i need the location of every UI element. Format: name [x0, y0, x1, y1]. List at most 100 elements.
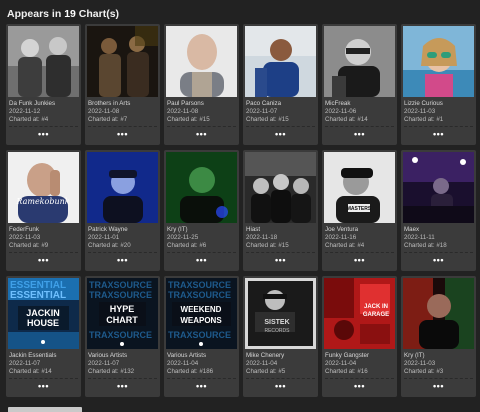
chart-date: 2022-11-07 — [246, 108, 278, 115]
more-options-icon[interactable]: ••• — [243, 129, 318, 141]
card-divider — [325, 378, 394, 379]
artist-name[interactable]: Kry (IT) — [404, 352, 474, 359]
page-title: Appears in 19 Chart(s) — [7, 8, 119, 20]
artist-name[interactable]: Brothers in Arts — [88, 100, 158, 107]
artist-name[interactable]: Lizzie Curious — [404, 100, 474, 107]
more-options-icon[interactable]: ••• — [243, 381, 318, 393]
artist-name[interactable]: FederFunk — [9, 226, 79, 233]
more-options-icon[interactable]: ••• — [322, 129, 397, 141]
chart-artwork-thumbnail[interactable] — [324, 26, 395, 97]
chart-card: TRAXSOURCE TRAXSOURCE HYPE CHART TRAXSOURCE V… — [85, 276, 160, 397]
title-prefix: Appears in — [7, 8, 62, 20]
artist-name[interactable]: Patrick Wayne — [88, 226, 158, 233]
chart-artwork-thumbnail[interactable]: SISTEK RECORDS — [245, 278, 316, 349]
charted-position: Charted at: #14 — [9, 368, 52, 375]
artist-name[interactable]: Paco Caniza — [246, 100, 316, 107]
chart-card: Paul Parsons 2022-11-08 Charted at: #15 ••• — [164, 24, 239, 145]
card-divider — [325, 252, 394, 253]
more-options-icon[interactable]: ••• — [401, 129, 476, 141]
chart-card: Ramekobunk FederFunk 2022-11-03 Charted at:… — [6, 150, 81, 271]
artist-name[interactable]: Various Artists — [88, 352, 158, 359]
artist-name[interactable]: Kry (IT) — [167, 226, 237, 233]
card-divider — [9, 378, 78, 379]
card-divider — [404, 378, 473, 379]
svg-text:HOUSE: HOUSE — [27, 318, 59, 328]
charted-position: Charted at: #1 — [404, 116, 444, 123]
chart-card: Maex 2022-11-11 Charted at: #18 ••• — [401, 150, 476, 271]
more-options-icon[interactable]: ••• — [401, 255, 476, 267]
artist-name[interactable]: Jackin Essentials — [9, 352, 79, 359]
chart-card: JACK IN GARAGE Funky Gangster 2022-11-04 Cha… — [322, 276, 397, 397]
more-options-icon[interactable]: ••• — [164, 255, 239, 267]
chart-card: Da Funk Junkies 2022-11-12 Charted at: #4 •… — [6, 24, 81, 145]
artist-name[interactable]: Mike Chenery — [246, 352, 316, 359]
card-divider — [246, 378, 315, 379]
more-options-icon[interactable]: ••• — [85, 129, 160, 141]
more-options-icon[interactable]: ••• — [6, 381, 81, 393]
chart-artwork-thumbnail[interactable] — [403, 278, 474, 349]
charted-position: Charted at: #15 — [167, 116, 210, 123]
artist-name[interactable]: Funky Gangster — [325, 352, 395, 359]
more-options-icon[interactable]: ••• — [164, 129, 239, 141]
svg-text:ESSENTIAL: ESSENTIAL — [10, 290, 66, 301]
artist-name[interactable]: Paul Parsons — [167, 100, 237, 107]
more-options-icon[interactable]: ••• — [85, 381, 160, 393]
chart-artwork-thumbnail[interactable] — [87, 26, 158, 97]
chart-artwork-thumbnail[interactable]: JACK IN GARAGE — [324, 278, 395, 349]
chart-artwork-thumbnail[interactable]: TRAXSOURCE TRAXSOURCE WEEKEND WEAPONS TRAXSO… — [166, 278, 237, 349]
chart-artwork-thumbnail[interactable] — [403, 152, 474, 223]
chart-artwork-thumbnail[interactable] — [166, 152, 237, 223]
chart-artwork-thumbnail[interactable]: MASTERS — [324, 152, 395, 223]
more-options-icon[interactable]: ••• — [322, 255, 397, 267]
charted-position: Charted at: #186 — [167, 368, 214, 375]
chart-card: Paco Caniza 2022-11-07 Charted at: #15 ••• — [243, 24, 318, 145]
artist-name[interactable]: Joe Ventura — [325, 226, 395, 233]
chart-date: 2022-11-06 — [325, 108, 357, 115]
svg-text:JACK IN: JACK IN — [364, 304, 388, 310]
more-options-icon[interactable]: ••• — [6, 129, 81, 141]
svg-text:TRAXSOURCE: TRAXSOURCE — [89, 280, 152, 290]
chart-artwork-thumbnail[interactable] — [87, 152, 158, 223]
card-divider — [246, 252, 315, 253]
title-suffix: Chart(s) — [78, 8, 120, 20]
artist-name[interactable]: Hiast — [246, 226, 316, 233]
chart-card: MASTERS Joe Ventura 2022-11-16 Charted at: … — [322, 150, 397, 271]
chart-artwork-thumbnail[interactable] — [403, 26, 474, 97]
charted-position: Charted at: #9 — [9, 242, 49, 249]
svg-text:Ramekobunk: Ramekobunk — [15, 197, 69, 206]
more-options-icon[interactable]: ••• — [401, 381, 476, 393]
chart-card: Hiast 2022-11-18 Charted at: #15 ••• — [243, 150, 318, 271]
chart-artwork-thumbnail[interactable]: TRAXSOURCE TRAXSOURCE HYPE CHART TRAXSOURCE — [87, 278, 158, 349]
chart-card: Lizzie Curious 2022-11-03 Charted at: #1 ••… — [401, 24, 476, 145]
svg-text:TRAXSOURCE: TRAXSOURCE — [168, 330, 231, 340]
chart-date: 2022-11-03 — [404, 108, 436, 115]
charted-position: Charted at: #5 — [246, 368, 286, 375]
more-options-icon[interactable]: ••• — [322, 381, 397, 393]
charted-position: Charted at: #20 — [88, 242, 131, 249]
chart-artwork-thumbnail[interactable] — [245, 26, 316, 97]
chart-artwork-thumbnail[interactable] — [8, 26, 79, 97]
chart-date: 2022-11-16 — [325, 234, 357, 241]
chart-count: 19 — [64, 8, 76, 20]
artist-name[interactable]: MicFreak — [325, 100, 395, 107]
card-divider — [404, 252, 473, 253]
svg-text:TRAXSOURCE: TRAXSOURCE — [168, 290, 231, 300]
chart-date: 2022-11-08 — [167, 108, 199, 115]
more-options-icon[interactable]: ••• — [6, 255, 81, 267]
more-options-icon[interactable]: ••• — [164, 381, 239, 393]
artist-name[interactable]: Maex — [404, 226, 474, 233]
chart-artwork-thumbnail[interactable] — [166, 26, 237, 97]
more-options-icon[interactable]: ••• — [85, 255, 160, 267]
chart-artwork-thumbnail[interactable]: Ramekobunk — [8, 152, 79, 223]
section-header: Appears in 19 Chart(s) — [0, 0, 480, 24]
chart-artwork-thumbnail[interactable]: ESSENTIAL ESSENTIAL JACKIN HOUSE — [8, 278, 79, 349]
chart-date: 2022-11-04 — [246, 360, 278, 367]
card-divider — [404, 126, 473, 127]
chart-card: TRAXSOURCE TRAXSOURCE WEEKEND WEAPONS TRAXSO… — [164, 276, 239, 397]
artist-name[interactable]: Various Artists — [167, 352, 237, 359]
more-options-icon[interactable]: ••• — [243, 255, 318, 267]
chart-artwork-thumbnail[interactable] — [245, 152, 316, 223]
card-divider — [9, 252, 78, 253]
artist-name[interactable]: Da Funk Junkies — [9, 100, 79, 107]
svg-text:WEEKEND: WEEKEND — [181, 305, 222, 314]
